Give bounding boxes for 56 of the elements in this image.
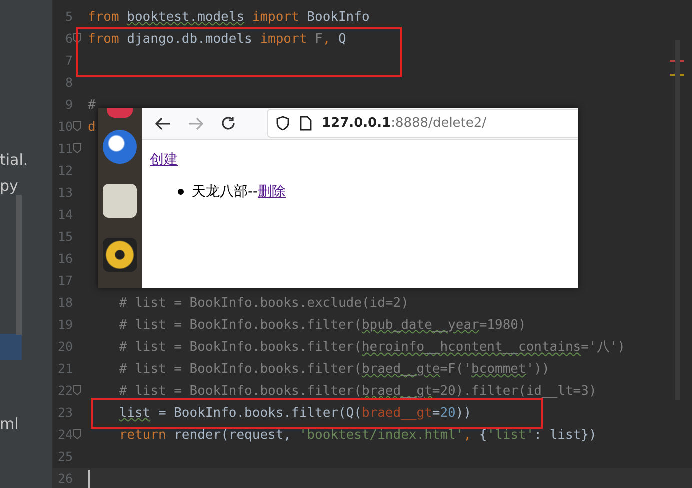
forward-icon[interactable] — [188, 116, 204, 130]
line-number: 6 — [64, 31, 73, 47]
code-line: # list = BookInfo.books.filter(heroinfo__hcontent__contains='八') — [118, 339, 626, 356]
back-icon[interactable] — [155, 116, 171, 130]
fold-icon[interactable] — [73, 429, 82, 440]
file-name[interactable]: ml — [0, 414, 19, 434]
line-number: 5 — [64, 9, 73, 25]
code-line: # — [88, 98, 96, 112]
code-line: d — [88, 120, 96, 134]
address-bar[interactable]: 127.0.0.1:8888/delete2/ — [267, 109, 578, 138]
code-line: return render(request, 'booktest/index.html', {'list': list}) — [118, 428, 597, 442]
page-icon — [300, 116, 312, 131]
line-number: 17 — [56, 273, 73, 289]
line-number: 12 — [56, 163, 73, 179]
app-icon[interactable] — [107, 108, 133, 118]
line-number: 21 — [56, 361, 73, 377]
bullet-icon — [178, 189, 184, 195]
file-name[interactable]: py — [0, 176, 18, 196]
line-number: 23 — [56, 405, 73, 421]
create-link[interactable]: 创建 — [150, 151, 178, 169]
line-number: 13 — [56, 185, 73, 201]
line-number: 10 — [56, 119, 73, 135]
file-name[interactable]: tial. — [0, 150, 28, 170]
line-number: 24 — [56, 427, 73, 443]
line-number: 19 — [56, 317, 73, 333]
fold-icon[interactable] — [73, 33, 82, 44]
reload-icon[interactable] — [221, 116, 236, 131]
book-title: 天龙八部-- — [192, 183, 258, 201]
code-line: # list = BookInfo.books.exclude(id=2) — [118, 296, 409, 310]
code-line: from django.db.models import F, Q — [88, 32, 346, 46]
fold-icon[interactable] — [73, 143, 82, 154]
line-number: 16 — [56, 251, 73, 267]
line-number: 25 — [56, 449, 73, 465]
line-number: 18 — [56, 295, 73, 311]
line-number: 8 — [64, 75, 73, 91]
line-number: 9 — [64, 97, 73, 113]
code-line: # list = BookInfo.books.filter(bpub_date__year=1980) — [118, 318, 526, 332]
code-line: # list = BookInfo.books.filter(braed__gte=F('bcommet')) — [118, 362, 550, 376]
line-number: 7 — [64, 53, 73, 69]
code-line: # list = BookInfo.books.filter(braed__gt=20).filter(id__lt=3) — [118, 384, 597, 398]
line-number: 15 — [56, 229, 73, 245]
fold-icon[interactable] — [73, 121, 82, 132]
line-number: 14 — [56, 207, 73, 223]
selected-row-highlight — [0, 334, 22, 360]
url-text: 127.0.0.1:8888/delete2/ — [322, 116, 487, 131]
text-cursor — [88, 470, 90, 488]
line-number: 20 — [56, 339, 73, 355]
shield-icon — [276, 116, 290, 131]
fold-icon[interactable] — [73, 385, 82, 396]
line-number: 11 — [56, 141, 73, 157]
line-number: 22 — [56, 383, 73, 399]
delete-link[interactable]: 删除 — [258, 183, 286, 201]
code-line: list = BookInfo.books.filter(Q(braed__gt=20)) — [118, 406, 472, 420]
folder-icon[interactable] — [103, 184, 137, 218]
speaker-icon[interactable] — [103, 238, 137, 272]
code-line: from booktest.models import BookInfo — [88, 10, 370, 24]
